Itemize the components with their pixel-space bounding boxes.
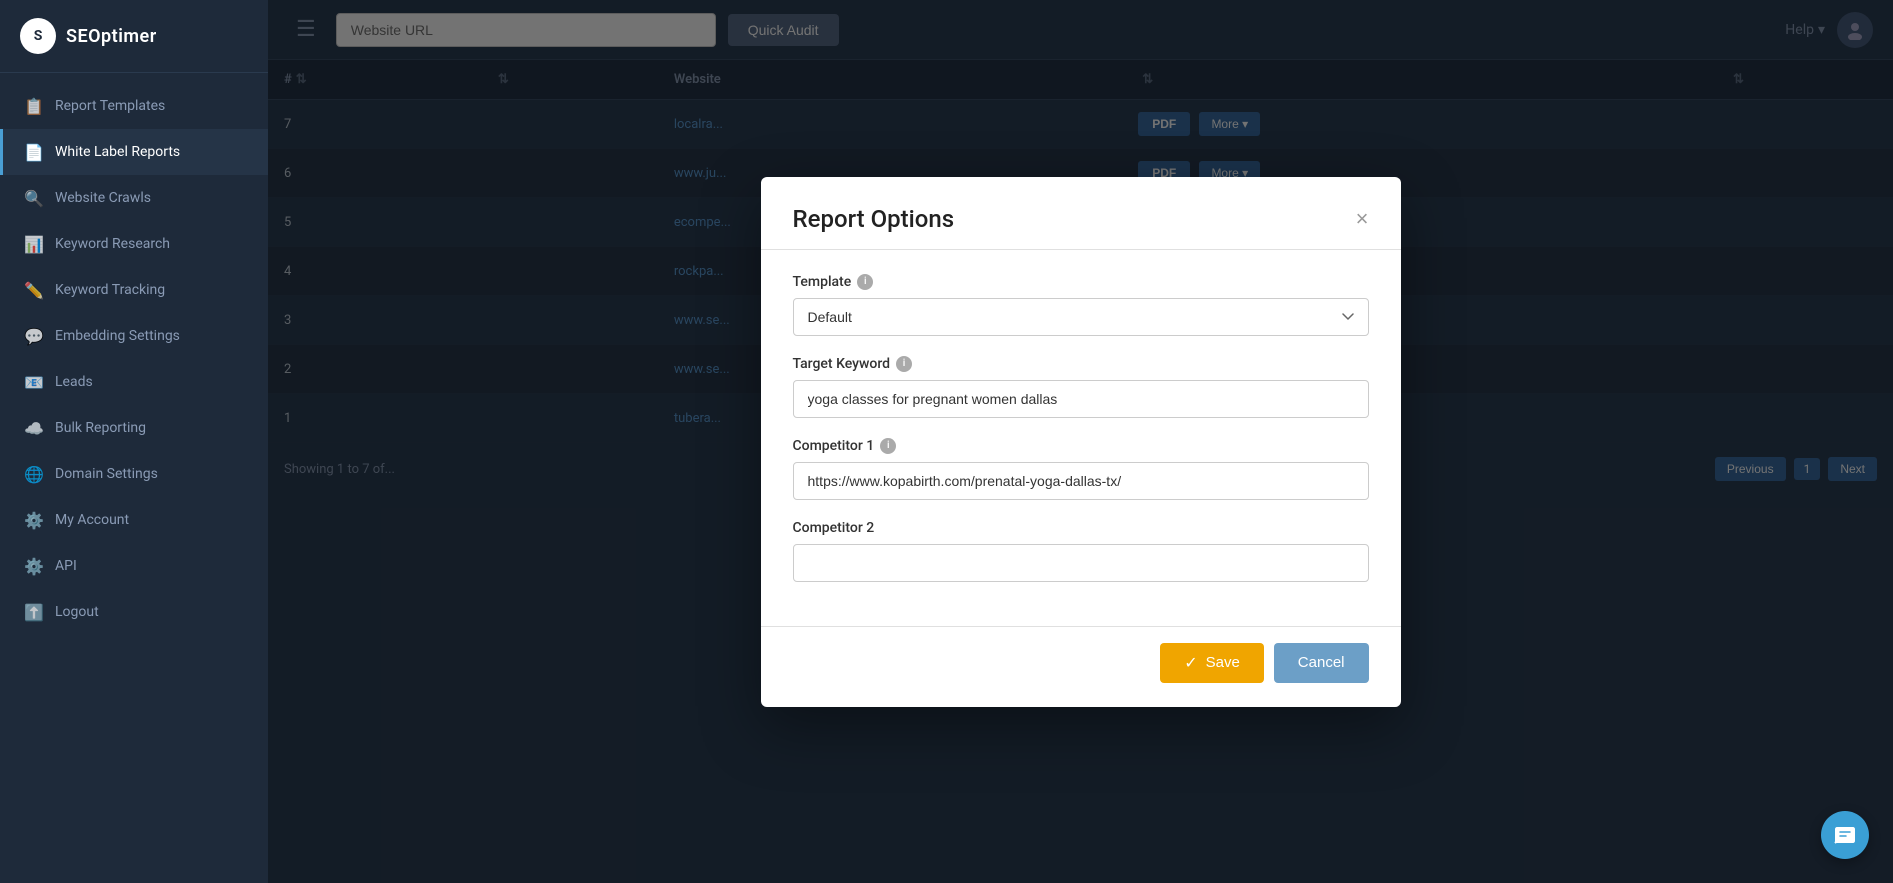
sidebar-item-label: My Account bbox=[55, 512, 129, 528]
sidebar-item-label: Keyword Research bbox=[55, 236, 170, 252]
sidebar-item-label: Domain Settings bbox=[55, 466, 158, 482]
template-group: Template i Default bbox=[793, 274, 1369, 336]
main-content: ☰ Quick Audit Help ▾ #⇅ ⇅ Website ⇅ bbox=[268, 0, 1893, 883]
sidebar-item-label: Bulk Reporting bbox=[55, 420, 146, 436]
keyword-group: Target Keyword i bbox=[793, 356, 1369, 418]
sidebar-item-embedding-settings[interactable]: 💬 Embedding Settings bbox=[0, 313, 268, 359]
embedding-settings-icon: 💬 bbox=[25, 327, 43, 345]
template-select[interactable]: Default bbox=[793, 298, 1369, 336]
competitor1-info-icon[interactable]: i bbox=[880, 438, 896, 454]
sidebar-item-white-label-reports[interactable]: 📄 White Label Reports bbox=[0, 129, 268, 175]
modal-header: Report Options × bbox=[761, 177, 1401, 250]
logo-icon: S bbox=[20, 18, 56, 54]
sidebar-item-label: Report Templates bbox=[55, 98, 165, 114]
modal-overlay[interactable]: Report Options × Template i Default Targ… bbox=[268, 0, 1893, 883]
sidebar: S SEOptimer 📋 Report Templates 📄 White L… bbox=[0, 0, 268, 883]
leads-icon: 📧 bbox=[25, 373, 43, 391]
cancel-button[interactable]: Cancel bbox=[1274, 643, 1369, 683]
sidebar-item-label: API bbox=[55, 558, 77, 574]
sidebar-item-report-templates[interactable]: 📋 Report Templates bbox=[0, 83, 268, 129]
keyword-tracking-icon: ✏️ bbox=[25, 281, 43, 299]
competitor2-input[interactable] bbox=[793, 544, 1369, 582]
sidebar-item-keyword-tracking[interactable]: ✏️ Keyword Tracking bbox=[0, 267, 268, 313]
sidebar-item-website-crawls[interactable]: 🔍 Website Crawls bbox=[0, 175, 268, 221]
api-icon: ⚙️ bbox=[25, 557, 43, 575]
sidebar-item-label: Leads bbox=[55, 374, 93, 390]
save-button[interactable]: ✓ Save bbox=[1160, 643, 1264, 683]
my-account-icon: ⚙️ bbox=[25, 511, 43, 529]
keyword-input[interactable] bbox=[793, 380, 1369, 418]
white-label-reports-icon: 📄 bbox=[25, 143, 43, 161]
checkmark-icon: ✓ bbox=[1184, 653, 1197, 673]
website-crawls-icon: 🔍 bbox=[25, 189, 43, 207]
competitor1-group: Competitor 1 i bbox=[793, 438, 1369, 500]
template-info-icon[interactable]: i bbox=[857, 274, 873, 290]
report-templates-icon: 📋 bbox=[25, 97, 43, 115]
logout-icon: ⬆️ bbox=[25, 603, 43, 621]
sidebar-item-my-account[interactable]: ⚙️ My Account bbox=[0, 497, 268, 543]
sidebar-item-label: Embedding Settings bbox=[55, 328, 180, 344]
competitor2-label: Competitor 2 bbox=[793, 520, 1369, 536]
domain-settings-icon: 🌐 bbox=[25, 465, 43, 483]
report-options-modal: Report Options × Template i Default Targ… bbox=[761, 177, 1401, 707]
sidebar-item-api[interactable]: ⚙️ API bbox=[0, 543, 268, 589]
sidebar-item-keyword-research[interactable]: 📊 Keyword Research bbox=[0, 221, 268, 267]
sidebar-item-label: Website Crawls bbox=[55, 190, 151, 206]
modal-close-button[interactable]: × bbox=[1356, 208, 1369, 230]
chat-widget[interactable] bbox=[1821, 811, 1869, 859]
modal-body: Template i Default Target Keyword i bbox=[761, 250, 1401, 626]
keyword-info-icon[interactable]: i bbox=[896, 356, 912, 372]
sidebar-item-logout[interactable]: ⬆️ Logout bbox=[0, 589, 268, 635]
sidebar-logo: S SEOptimer bbox=[0, 0, 268, 73]
bulk-reporting-icon: ☁️ bbox=[25, 419, 43, 437]
sidebar-item-bulk-reporting[interactable]: ☁️ Bulk Reporting bbox=[0, 405, 268, 451]
keyword-label: Target Keyword i bbox=[793, 356, 1369, 372]
competitor1-label: Competitor 1 i bbox=[793, 438, 1369, 454]
modal-footer: ✓ Save Cancel bbox=[761, 626, 1401, 707]
sidebar-item-label: Logout bbox=[55, 604, 99, 620]
keyword-research-icon: 📊 bbox=[25, 235, 43, 253]
chat-icon bbox=[1833, 823, 1857, 847]
sidebar-item-label: White Label Reports bbox=[55, 144, 180, 160]
sidebar-item-leads[interactable]: 📧 Leads bbox=[0, 359, 268, 405]
template-label: Template i bbox=[793, 274, 1369, 290]
sidebar-item-domain-settings[interactable]: 🌐 Domain Settings bbox=[0, 451, 268, 497]
logo-text: SEOptimer bbox=[66, 26, 157, 47]
modal-title: Report Options bbox=[793, 205, 955, 233]
competitor2-group: Competitor 2 bbox=[793, 520, 1369, 582]
competitor1-input[interactable] bbox=[793, 462, 1369, 500]
sidebar-item-label: Keyword Tracking bbox=[55, 282, 165, 298]
sidebar-nav: 📋 Report Templates 📄 White Label Reports… bbox=[0, 73, 268, 883]
